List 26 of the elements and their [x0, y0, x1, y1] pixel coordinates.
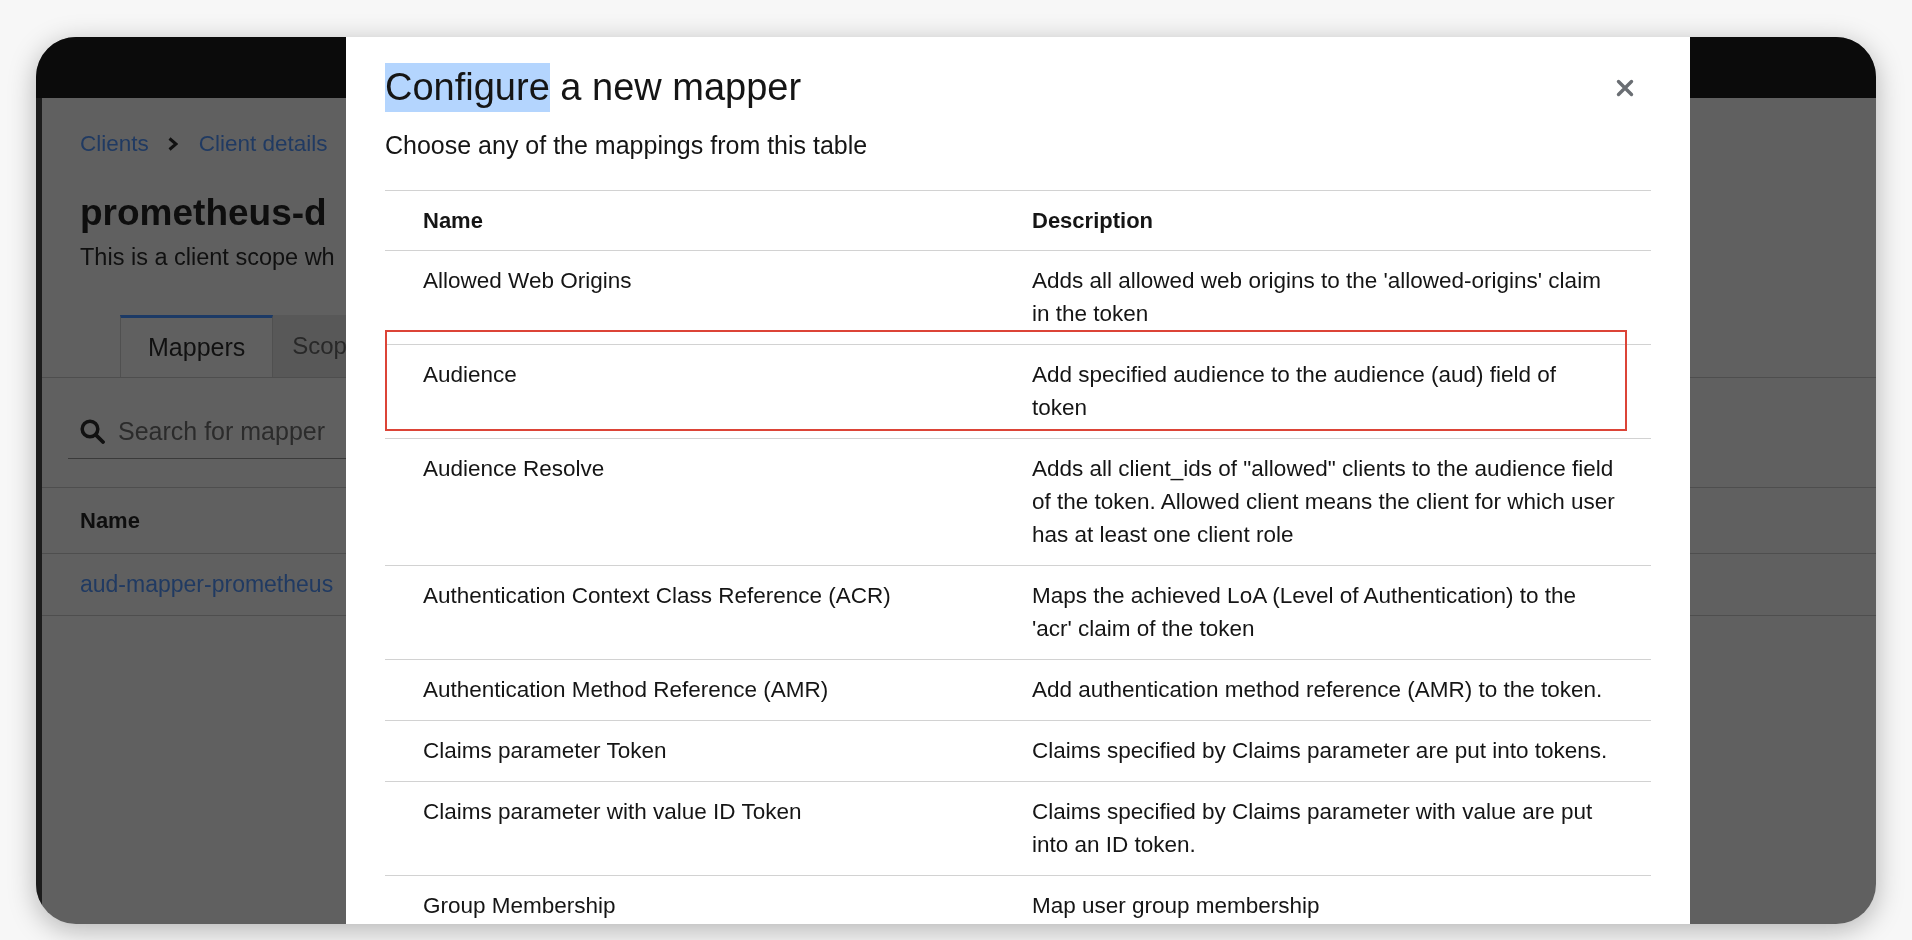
mapper-description-cell-text: Add authentication method reference (AMR) to the token. [1032, 676, 1603, 704]
mapper-name-cell[interactable]: Group Membership [423, 889, 616, 922]
mapper-description-cell-text: Map user group membership [1032, 892, 1320, 920]
chevron-right-icon [167, 137, 178, 151]
search-icon [80, 419, 105, 444]
mapper-name-cell[interactable]: Allowed Web Origins [423, 264, 632, 330]
mapper-name-cell[interactable]: Claims parameter Token [423, 734, 667, 767]
modal-title: Configure a new mapper [385, 63, 802, 112]
mapper-description-cell-text: Adds all client_ids of "allowed" clients to the audience field of the token. Allowed client means the client for which user has at least one client role [1032, 455, 1615, 549]
modal-subtitle: Choose any of the mappings from this table [385, 130, 869, 160]
close-icon [1616, 78, 1634, 97]
mapper-name-cell[interactable]: Claims parameter with value ID Token [423, 795, 802, 861]
mapper-name-cell[interactable]: Audience [423, 358, 517, 424]
mapper-name-cell[interactable]: Authentication Context Class Reference (ACR) [423, 579, 891, 645]
page-title: prometheus-d [80, 191, 327, 235]
mapper-description-cell-text: Maps the achieved LoA (Level of Authentication) to the 'acr' claim of the token [1032, 582, 1577, 643]
page-description: This is a client scope wh [80, 243, 335, 271]
mapper-description-cell-text: Add specified audience to the audience (aud) field of token [1032, 361, 1557, 422]
mapper-description-cell-text: Claims specified by Claims parameter are put into tokens. [1032, 737, 1608, 765]
mapper-name-cell[interactable]: Audience Resolve [423, 452, 605, 551]
mapper-description-cell-text: Adds all allowed web origins to the 'allowed-origins' claim in the token [1032, 267, 1601, 328]
column-header: Description [1032, 207, 1154, 235]
mapper-description-cell-text: Claims specified by Claims parameter with value are put into an ID token. [1032, 798, 1593, 859]
mapper-name-cell[interactable]: Authentication Method Reference (AMR) [423, 673, 829, 706]
column-header: Name [80, 507, 140, 534]
column-header: Name [423, 207, 483, 235]
